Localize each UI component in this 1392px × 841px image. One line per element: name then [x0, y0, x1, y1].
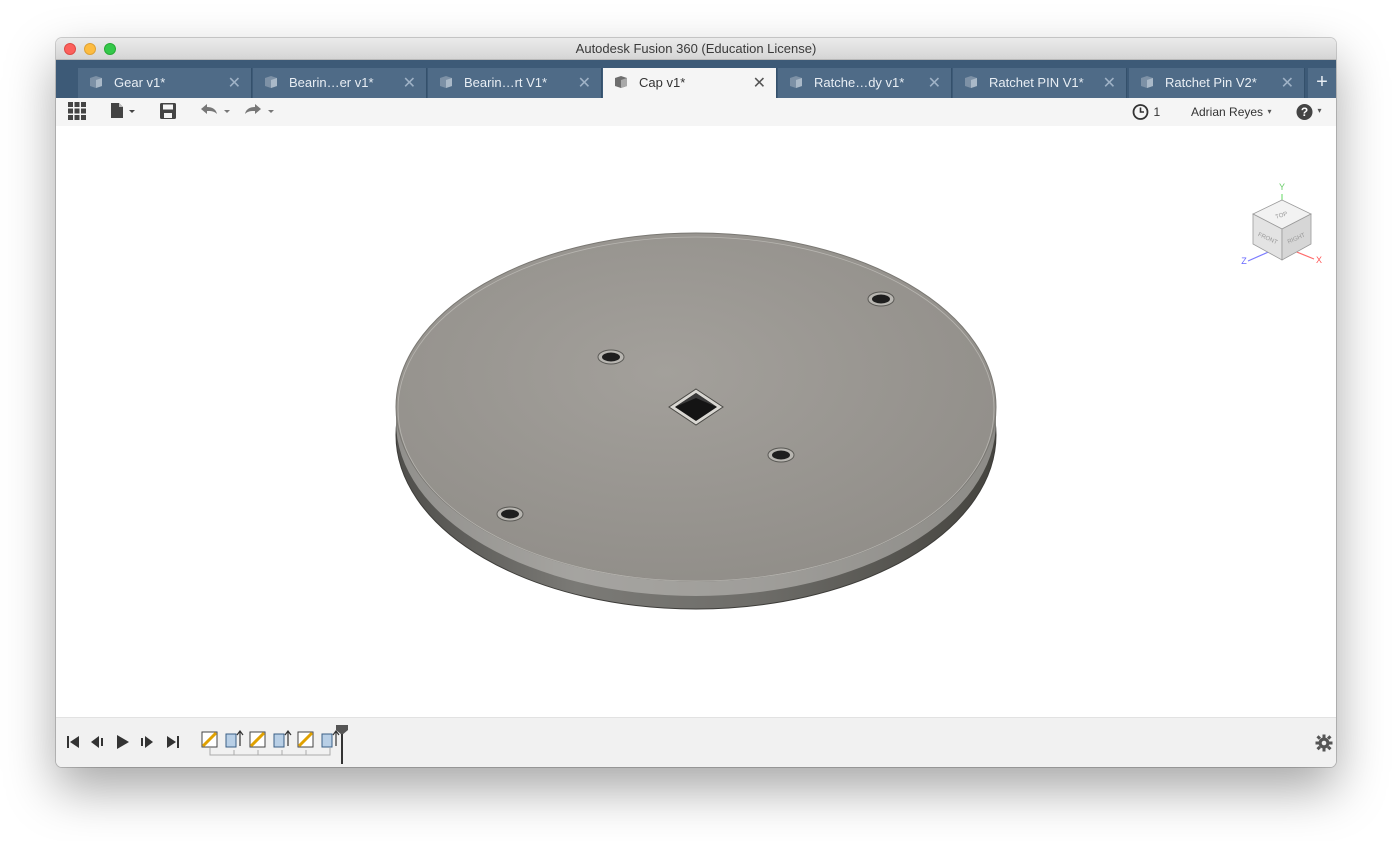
window-title: Autodesk Fusion 360 (Education License) — [575, 41, 817, 56]
model-canvas[interactable]: TOP FRONT RIGHT Y X Z — [56, 126, 1336, 717]
user-name: Adrian Reyes — [1191, 105, 1264, 119]
timeline-sketch-feature[interactable] — [201, 731, 218, 748]
tab-close-icon[interactable]: ✕ — [753, 73, 766, 93]
chevron-down-icon: ▾ — [1317, 106, 1322, 116]
timeline-extrude-feature[interactable] — [273, 730, 292, 748]
canvas-viewport[interactable]: TOP FRONT RIGHT Y X Z — [56, 126, 1336, 717]
tab-close-icon[interactable]: ✕ — [403, 73, 416, 93]
tab-gear[interactable]: Gear v1* ✕ — [78, 68, 252, 98]
undo-button[interactable] — [200, 102, 232, 122]
job-count: 1 — [1153, 105, 1161, 119]
component-icon — [615, 76, 627, 88]
screw-hole[interactable] — [867, 291, 895, 307]
go-to-start-icon[interactable] — [66, 734, 80, 750]
tab-label: Cap v1* — [639, 75, 686, 90]
component-icon — [965, 76, 977, 88]
tab-label: Bearin…rt V1* — [464, 75, 548, 90]
application-toolbar: 1 Adrian Reyes ▾ ? ▾ — [56, 98, 1336, 126]
component-icon — [90, 76, 102, 88]
tab-ratchet-pin-v2[interactable]: Ratchet Pin V2* ✕ — [1129, 68, 1305, 98]
timeline-sketch-feature[interactable] — [249, 731, 266, 748]
tab-bearing-outer[interactable]: Bearin…er v1* ✕ — [253, 68, 427, 98]
undo-icon — [201, 104, 230, 114]
file-icon — [111, 103, 123, 118]
chevron-down-icon — [129, 110, 136, 113]
tab-ratchet-pin-v1[interactable]: Ratchet PIN V1* ✕ — [953, 68, 1127, 98]
clock-icon — [1132, 104, 1149, 120]
tab-bearing-part[interactable]: Bearin…rt V1* ✕ — [428, 68, 602, 98]
y-axis-label: Y — [1279, 182, 1285, 192]
help-menu-button[interactable]: ? ▾ — [1296, 102, 1326, 122]
save-icon — [160, 103, 176, 119]
user-account-menu[interactable]: Adrian Reyes ▾ — [1191, 102, 1281, 122]
tab-label: Bearin…er v1* — [289, 75, 374, 90]
tab-label: Ratchet Pin V2* — [1165, 75, 1257, 90]
tab-ratchet-body[interactable]: Ratche…dy v1* ✕ — [778, 68, 952, 98]
component-icon — [265, 76, 277, 88]
tab-label: Ratche…dy v1* — [814, 75, 905, 90]
component-icon — [440, 76, 452, 88]
component-icon — [790, 76, 802, 88]
tab-close-icon[interactable]: ✕ — [228, 73, 241, 93]
screw-hole[interactable] — [597, 349, 625, 365]
tab-close-icon[interactable]: ✕ — [1103, 73, 1116, 93]
x-axis-label: X — [1316, 255, 1322, 265]
job-status-button[interactable]: 1 — [1132, 102, 1166, 122]
file-menu-button[interactable] — [110, 102, 140, 122]
play-icon[interactable] — [116, 734, 130, 750]
screw-hole[interactable] — [496, 506, 524, 522]
redo-button[interactable] — [244, 102, 276, 122]
redo-icon — [245, 104, 274, 114]
window-close-button[interactable] — [64, 43, 76, 55]
timeline-marker-handle[interactable] — [335, 724, 349, 764]
title-bar[interactable]: Autodesk Fusion 360 (Education License) — [56, 38, 1336, 60]
data-panel-button[interactable] — [68, 102, 88, 122]
gear-icon[interactable] — [1315, 734, 1333, 752]
timeline-extrude-feature[interactable] — [225, 730, 244, 748]
timeline-bar — [56, 717, 1336, 767]
timeline-features — [200, 728, 350, 760]
step-forward-icon[interactable] — [140, 734, 154, 750]
new-tab-button[interactable]: + — [1308, 68, 1336, 98]
chevron-down-icon: ▾ — [1267, 107, 1272, 117]
document-tab-bar: Gear v1* ✕ Bearin…er v1* ✕ Bearin…rt V1*… — [56, 60, 1336, 98]
tab-close-icon[interactable]: ✕ — [1281, 73, 1294, 93]
tab-cap-active[interactable]: Cap v1* ✕ — [603, 68, 777, 98]
step-back-icon[interactable] — [90, 734, 104, 750]
tab-label: Gear v1* — [114, 75, 166, 90]
go-to-end-icon[interactable] — [166, 734, 180, 750]
z-axis-label: Z — [1241, 256, 1247, 266]
help-icon: ? — [1296, 104, 1313, 120]
save-button[interactable] — [160, 102, 178, 122]
screw-hole[interactable] — [767, 447, 795, 463]
window-minimize-button[interactable] — [84, 43, 96, 55]
window-maximize-button[interactable] — [104, 43, 116, 55]
viewcube[interactable]: TOP FRONT RIGHT Y X Z — [1241, 182, 1322, 266]
svg-text:?: ? — [1301, 105, 1308, 119]
grid-icon — [68, 102, 86, 120]
component-icon — [1141, 76, 1153, 88]
tab-close-icon[interactable]: ✕ — [928, 73, 941, 93]
cap-part-body[interactable] — [395, 232, 997, 610]
app-window: Autodesk Fusion 360 (Education License) … — [56, 38, 1336, 767]
timeline-sketch-feature[interactable] — [297, 731, 314, 748]
tab-close-icon[interactable]: ✕ — [578, 73, 591, 93]
tab-label: Ratchet PIN V1* — [989, 75, 1084, 90]
